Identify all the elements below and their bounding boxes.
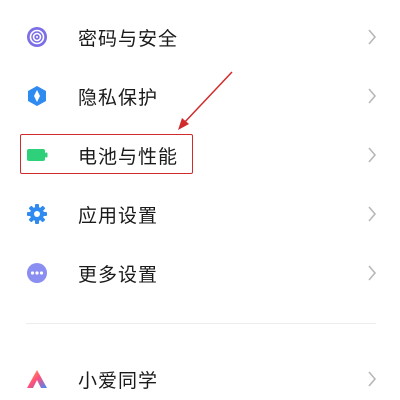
xiaoai-logo-icon xyxy=(26,368,48,390)
chevron-right-icon xyxy=(366,263,378,283)
settings-item-label: 小爱同学 xyxy=(78,369,159,392)
settings-item-more-settings[interactable]: 更多设置 xyxy=(0,244,400,302)
highlight-box xyxy=(20,134,193,174)
chevron-right-icon xyxy=(366,204,378,224)
settings-item-app-settings[interactable]: 应用设置 xyxy=(0,185,400,243)
settings-item-privacy[interactable]: 隐私保护 xyxy=(0,67,400,125)
gear-icon xyxy=(26,203,48,225)
chevron-right-icon xyxy=(366,145,378,165)
settings-item-label: 更多设置 xyxy=(78,263,159,286)
section-divider xyxy=(26,323,376,324)
privacy-shield-icon xyxy=(26,85,48,107)
settings-screen: 密码与安全 隐私保护 电池与性能 应用设置 更多设置 小爱同学 xyxy=(0,0,400,400)
settings-item-password-security[interactable]: 密码与安全 xyxy=(0,8,400,66)
chevron-right-icon xyxy=(366,369,378,389)
settings-item-label: 隐私保护 xyxy=(78,86,159,109)
chevron-right-icon xyxy=(366,27,378,47)
chevron-right-icon xyxy=(366,86,378,106)
more-dots-icon xyxy=(26,262,48,284)
settings-item-label: 应用设置 xyxy=(78,204,159,227)
settings-item-xiaoai[interactable]: 小爱同学 xyxy=(0,350,400,400)
fingerprint-icon xyxy=(26,26,48,48)
settings-item-label: 密码与安全 xyxy=(78,27,179,50)
